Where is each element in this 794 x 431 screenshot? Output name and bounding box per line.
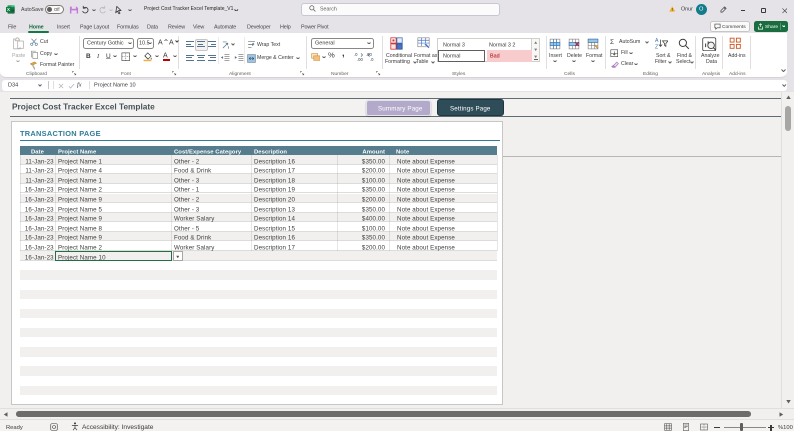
svg-text:A: A: [655, 38, 659, 44]
svg-text:Z: Z: [655, 44, 658, 50]
svg-text:X: X: [7, 7, 10, 12]
